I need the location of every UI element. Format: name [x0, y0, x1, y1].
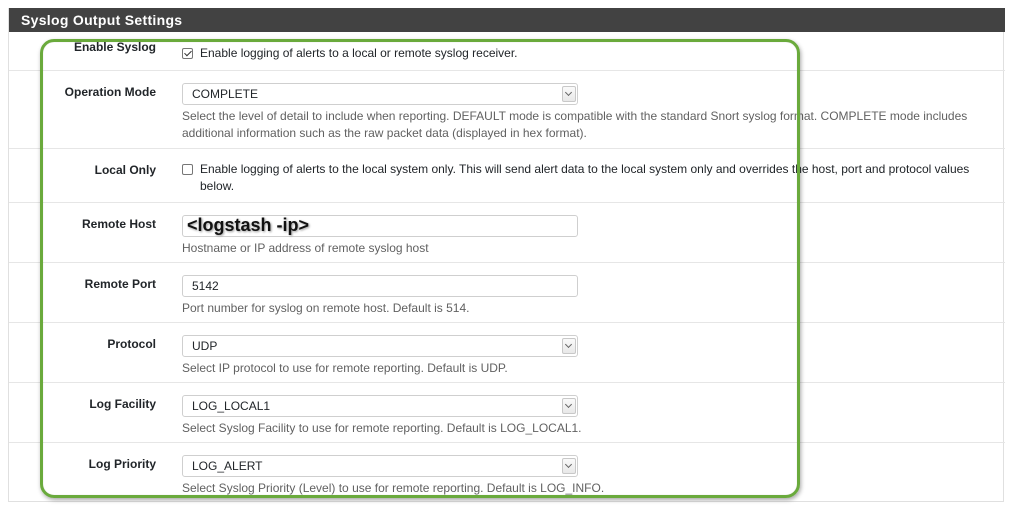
protocol-value: UDP: [192, 339, 218, 353]
chevron-down-icon: [562, 458, 576, 474]
protocol-row: Protocol UDP Select IP protocol to use f…: [9, 323, 1005, 383]
panel-title: Syslog Output Settings: [9, 8, 1005, 32]
log-priority-label: Log Priority: [88, 457, 156, 471]
protocol-select[interactable]: UDP: [182, 335, 578, 357]
local-only-checkbox[interactable]: [182, 164, 193, 175]
remote-host-input[interactable]: [182, 215, 578, 237]
remote-host-label: Remote Host: [81, 217, 156, 231]
protocol-label: Protocol: [107, 337, 156, 351]
enable-syslog-row: Enable Syslog Enable logging of alerts t…: [9, 32, 1005, 71]
log-facility-help: Select Syslog Facility to use for remote…: [182, 421, 582, 435]
remote-port-value: 5142: [192, 279, 219, 293]
remote-port-label: Remote Port: [84, 277, 156, 291]
local-only-label: Local Only: [94, 163, 156, 177]
remote-host-help: Hostname or IP address of remote syslog …: [182, 241, 429, 255]
log-facility-value: LOG_LOCAL1: [192, 399, 271, 413]
operation-mode-select[interactable]: COMPLETE: [182, 83, 578, 105]
operation-mode-value: COMPLETE: [192, 87, 259, 101]
operation-mode-help: Select the level of detail to include wh…: [182, 109, 968, 140]
remote-port-input[interactable]: 5142: [182, 275, 578, 297]
log-priority-help: Select Syslog Priority (Level) to use fo…: [182, 481, 605, 495]
chevron-down-icon: [562, 86, 576, 102]
log-priority-select[interactable]: LOG_ALERT: [182, 455, 578, 477]
log-facility-select[interactable]: LOG_LOCAL1: [182, 395, 578, 417]
enable-syslog-label: Enable Syslog: [73, 40, 156, 54]
log-priority-value: LOG_ALERT: [192, 459, 263, 473]
protocol-help: Select IP protocol to use for remote rep…: [182, 361, 508, 375]
remote-host-row: Remote Host Hostname or IP address of re…: [9, 203, 1005, 263]
syslog-output-settings-panel: Syslog Output Settings Enable Syslog Ena…: [8, 8, 1005, 502]
remote-port-help: Port number for syslog on remote host. D…: [182, 301, 470, 315]
chevron-down-icon: [562, 398, 576, 414]
remote-port-row: Remote Port 5142 Port number for syslog …: [9, 263, 1005, 323]
log-facility-label: Log Facility: [89, 397, 156, 411]
local-only-row: Local Only Enable logging of alerts to t…: [9, 149, 1005, 203]
local-only-text[interactable]: Enable logging of alerts to the local sy…: [200, 161, 994, 195]
enable-syslog-text[interactable]: Enable logging of alerts to a local or r…: [200, 45, 518, 62]
enable-syslog-checkbox[interactable]: [182, 48, 193, 59]
operation-mode-label: Operation Mode: [64, 85, 156, 99]
chevron-down-icon: [562, 338, 576, 354]
log-facility-row: Log Facility LOG_LOCAL1 Select Syslog Fa…: [9, 383, 1005, 443]
log-priority-row: Log Priority LOG_ALERT Select Syslog Pri…: [9, 443, 1005, 502]
operation-mode-row: Operation Mode COMPLETE Select the level…: [9, 71, 1005, 149]
